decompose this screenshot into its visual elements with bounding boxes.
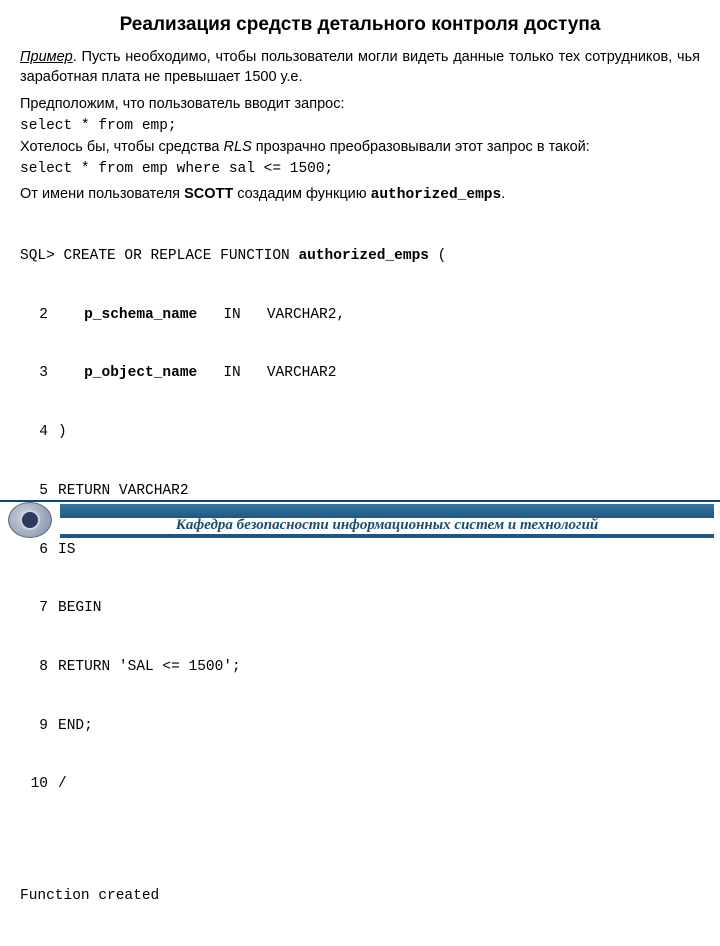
code-line-7: 7BEGIN — [20, 599, 700, 619]
slide: Реализация средств детального контроля д… — [0, 0, 720, 540]
scott-mid: создадим функцию — [233, 186, 370, 202]
scott-paragraph: От имени пользователя SCOTT создадим фун… — [20, 185, 700, 206]
footer-text: Кафедра безопасности информационных сист… — [60, 517, 714, 534]
code-line-3: 3 p_object_name IN VARCHAR2 — [20, 364, 700, 384]
code-block: SQL> CREATE OR REPLACE FUNCTION authoriz… — [20, 208, 700, 946]
code-line-8: 8RETURN 'SAL <= 1500'; — [20, 658, 700, 678]
code-result: Function created — [20, 887, 700, 907]
query-2: select * from emp where sal <= 1500; — [20, 160, 700, 180]
code-line-9: 9END; — [20, 717, 700, 737]
scott-pre: От имени пользователя — [20, 186, 184, 202]
want-post: прозрачно преобразовывали этот запрос в … — [252, 139, 590, 155]
example-paragraph: Пример. Пусть необходимо, чтобы пользова… — [20, 48, 700, 87]
footer-bar-top — [60, 504, 714, 518]
code-line-10: 10/ — [20, 775, 700, 795]
want-rls: RLS — [224, 139, 252, 155]
code-line-5: 5RETURN VARCHAR2 — [20, 482, 700, 502]
footer-bar-bot — [60, 534, 714, 538]
code-line-6: 6IS — [20, 541, 700, 561]
code-line-4: 4) — [20, 423, 700, 443]
example-label: Пример — [20, 49, 73, 65]
scott-fn: authorized_emps — [371, 187, 502, 203]
code-line-1: SQL> CREATE OR REPLACE FUNCTION authoriz… — [20, 247, 700, 267]
footer: Кафедра безопасности информационных сист… — [0, 500, 720, 540]
code-line-2: 2 p_schema_name IN VARCHAR2, — [20, 306, 700, 326]
scott-name: SCOTT — [184, 186, 233, 202]
query-1: select * from emp; — [20, 117, 700, 137]
example-text: . Пусть необходимо, чтобы пользователи м… — [20, 49, 700, 85]
logo-inner — [20, 510, 40, 530]
want-pre: Хотелось бы, чтобы средства — [20, 139, 224, 155]
code-l1-fn: authorized_emps — [298, 248, 429, 264]
slide-title: Реализация средств детального контроля д… — [20, 14, 700, 36]
scott-post: . — [501, 186, 505, 202]
assume-text: Предположим, что пользователь вводит зап… — [20, 95, 700, 115]
university-logo — [8, 502, 52, 538]
want-paragraph: Хотелось бы, чтобы средства RLS прозрачн… — [20, 138, 700, 158]
code-l1-post: ( — [429, 248, 446, 264]
code-l1-pre: SQL> CREATE OR REPLACE FUNCTION — [20, 248, 298, 264]
